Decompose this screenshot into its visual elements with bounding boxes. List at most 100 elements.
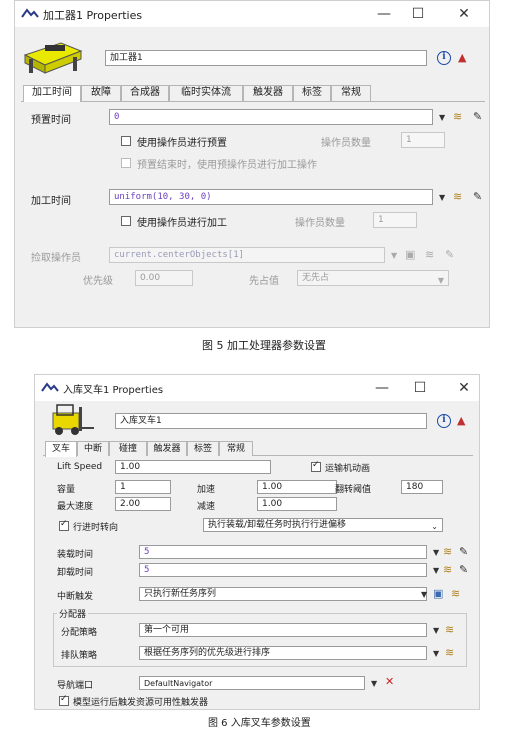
use-operator-preset-label: 使用操作员进行预置	[137, 138, 227, 149]
template-icon[interactable]: ▣	[433, 588, 443, 600]
eyedropper-icon[interactable]: ✎	[473, 111, 482, 123]
offset-select[interactable]: 执行装载/卸载任务时执行行进偏移 ⌄	[203, 518, 443, 532]
dropdown-arrow-icon[interactable]: ▼	[433, 626, 439, 635]
model-run-checkbox[interactable]	[59, 694, 69, 706]
transport-anim-checkbox[interactable]	[311, 460, 321, 472]
model-run-label: 模型运行后触发资源可用性触发器	[73, 698, 209, 708]
close-icon[interactable]: ✕	[453, 5, 475, 23]
nav-port-input[interactable]: DefaultNavigator	[139, 676, 365, 690]
tab-general[interactable]: 常规	[219, 441, 253, 456]
tab-triggers[interactable]: 触发器	[243, 85, 293, 101]
preset-end-checkbox[interactable]	[121, 158, 131, 168]
dispatch-policy-input[interactable]: 第一个可用	[139, 623, 427, 637]
priority-input[interactable]: 0.00	[135, 270, 193, 286]
tab-collision[interactable]: 碰撞	[109, 441, 147, 456]
processor-3d-icon	[23, 42, 83, 74]
capacity-label: 容量	[57, 485, 76, 495]
transport-anim-label: 运输机动画	[325, 464, 371, 474]
eyedropper-icon[interactable]: ✎	[473, 191, 482, 203]
tab-bar: 叉车 中断 碰撞 触发器 标签 常规	[43, 441, 473, 457]
lift-speed-label: Lift Speed	[57, 462, 103, 472]
chevron-down-icon: ▼	[437, 276, 444, 285]
queue-strategy-input[interactable]: 根据任务序列的优先级进行排序	[139, 646, 427, 660]
script-icon[interactable]: ≋	[453, 111, 462, 123]
dropdown-arrow-icon[interactable]: ▼	[439, 113, 445, 122]
tab-bar: 加工时间 故障 合成器 临时实体流 触发器 标签 常规	[21, 85, 485, 102]
use-operator-process-label: 使用操作员进行加工	[137, 218, 227, 229]
decel-label: 减速	[197, 502, 216, 512]
script-icon[interactable]: ≋	[453, 191, 462, 203]
lift-speed-input[interactable]: 1.00	[115, 460, 271, 474]
script-icon[interactable]: ≋	[445, 624, 454, 636]
dropdown-arrow-icon[interactable]: ▼	[433, 649, 439, 658]
dropdown-arrow-icon[interactable]: ▼	[421, 590, 427, 599]
maximize-icon[interactable]: ☐	[409, 379, 431, 397]
script-icon[interactable]: ≋	[443, 546, 452, 558]
capacity-input[interactable]: 1	[115, 480, 171, 494]
dropdown-arrow-icon[interactable]: ▼	[391, 251, 397, 260]
unload-time-label: 卸载时间	[57, 568, 94, 578]
maximize-icon[interactable]: ☐	[407, 5, 429, 23]
info-icon[interactable]: i	[437, 51, 451, 65]
chevron-down-icon: ⌄	[431, 522, 438, 531]
tab-interrupt[interactable]: 中断	[77, 441, 109, 456]
object-name-input[interactable]: 入库叉车1	[115, 413, 427, 429]
break-trigger-input[interactable]: 只执行新任务序列	[139, 587, 427, 601]
eyedropper-icon[interactable]: ✎	[459, 546, 468, 558]
max-speed-input[interactable]: 2.00	[115, 497, 171, 511]
info-icon[interactable]: i	[437, 414, 451, 428]
processor-properties-window: 加工器1 Properties — ☐ ✕ 加工器1 i ▲ 加工时间 故障 合…	[14, 0, 490, 328]
close-icon[interactable]: ✕	[453, 379, 475, 397]
preempt-label: 先占值	[249, 276, 279, 287]
tab-labels[interactable]: 标签	[293, 85, 331, 101]
dropdown-arrow-icon[interactable]: ▼	[371, 679, 377, 688]
script-icon[interactable]: ≋	[445, 647, 454, 659]
priority-label: 优先级	[83, 276, 113, 287]
tab-breakdown[interactable]: 故障	[81, 85, 121, 101]
process-label: 加工时间	[31, 196, 71, 207]
flip-threshold-input[interactable]: 180	[401, 480, 443, 494]
preset-time-input[interactable]: 0	[109, 109, 433, 125]
dropdown-arrow-icon[interactable]: ▼	[439, 193, 445, 202]
script-icon[interactable]: ≋	[451, 588, 460, 600]
tab-forklift[interactable]: 叉车	[45, 441, 77, 457]
use-operator-process-checkbox[interactable]	[121, 216, 131, 226]
tab-labels[interactable]: 标签	[187, 441, 219, 456]
eyedropper-icon[interactable]: ✎	[459, 564, 468, 576]
script-icon[interactable]: ≋	[443, 564, 452, 576]
operator-count-input[interactable]: 1	[401, 132, 445, 148]
preempt-select[interactable]: 无先占 ▼	[297, 270, 449, 286]
object-name-input[interactable]: 加工器1	[105, 50, 427, 66]
remove-icon[interactable]: ✕	[385, 676, 394, 688]
accel-label: 加速	[197, 485, 216, 495]
load-time-input[interactable]: 5	[139, 545, 427, 559]
tab-process-time[interactable]: 加工时间	[23, 85, 81, 102]
properties-icon[interactable]: ▲	[457, 415, 465, 427]
dropdown-arrow-icon[interactable]: ▼	[433, 548, 439, 557]
pick-operator-input[interactable]: current.centerObjects[1]	[109, 247, 385, 263]
minimize-icon[interactable]: —	[371, 379, 393, 397]
turn-while-moving-checkbox[interactable]	[59, 519, 69, 531]
tab-general[interactable]: 常规	[331, 85, 371, 101]
nav-port-label: 导航端口	[57, 681, 94, 691]
properties-icon[interactable]: ▲	[458, 52, 466, 64]
accel-input[interactable]: 1.00	[257, 480, 337, 494]
tab-flow[interactable]: 临时实体流	[169, 85, 243, 101]
unload-time-input[interactable]: 5	[139, 563, 427, 577]
eyedropper-icon[interactable]: ✎	[445, 249, 454, 261]
forklift-app-icon	[41, 382, 59, 392]
processor-app-icon	[21, 8, 39, 18]
tab-combiner[interactable]: 合成器	[121, 85, 169, 101]
template-icon[interactable]: ▣	[405, 249, 415, 261]
process-time-input[interactable]: uniform(10, 30, 0)	[109, 189, 433, 205]
dropdown-arrow-icon[interactable]: ▼	[433, 566, 439, 575]
queue-strategy-label: 排队策略	[61, 651, 98, 661]
decel-input[interactable]: 1.00	[257, 497, 337, 511]
tab-triggers[interactable]: 触发器	[147, 441, 187, 456]
operator-count-input-2[interactable]: 1	[373, 212, 417, 228]
load-time-label: 装载时间	[57, 550, 94, 560]
turn-while-moving-label: 行进时转向	[73, 523, 119, 533]
minimize-icon[interactable]: —	[373, 5, 395, 23]
use-operator-preset-checkbox[interactable]	[121, 136, 131, 146]
script-icon[interactable]: ≋	[425, 249, 434, 261]
